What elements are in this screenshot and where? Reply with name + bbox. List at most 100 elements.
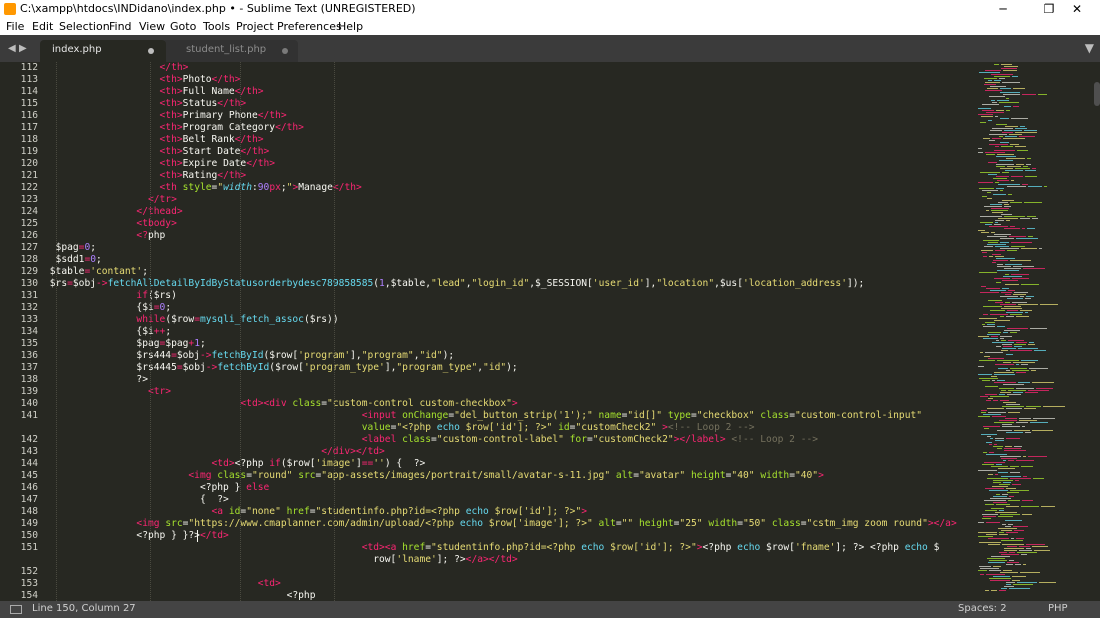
minimap-code-segment xyxy=(999,420,1017,421)
minimap-code-segment xyxy=(1005,126,1018,127)
minimap-viewport-thumb[interactable] xyxy=(1094,82,1100,106)
minimap-code-segment xyxy=(1001,68,1017,69)
code-line[interactable]: <?php xyxy=(44,230,165,242)
menu-view[interactable]: View xyxy=(139,20,165,33)
code-line[interactable]: <td> xyxy=(44,578,281,590)
minimap-code-segment xyxy=(1000,242,1009,243)
code-line[interactable]: {$i=0; xyxy=(44,302,171,314)
menu-preferences[interactable]: Preferences xyxy=(277,20,342,33)
panel-toggle-icon[interactable] xyxy=(10,605,22,614)
code-line[interactable]: </thead> xyxy=(44,206,182,218)
code-line[interactable]: <?php xyxy=(44,590,316,601)
minimap-code-segment xyxy=(992,212,1003,213)
code-line[interactable]: while($row=mysqli_fetch_assoc($rs)) xyxy=(44,314,338,326)
code-line[interactable]: <th>Start Date</th> xyxy=(44,146,270,158)
minimap-code-segment xyxy=(1001,540,1023,541)
menu-goto[interactable]: Goto xyxy=(170,20,196,33)
code-line[interactable]: <tr> xyxy=(44,386,171,398)
minimap-code-segment xyxy=(996,346,1001,347)
code-line[interactable]: <th>Primary Phone</th> xyxy=(44,110,287,122)
code-line[interactable]: <input onChange="del_button_strip('1');"… xyxy=(44,410,922,422)
tab-overflow-icon[interactable]: ▼ xyxy=(1085,41,1094,55)
syntax-selector[interactable]: PHP xyxy=(1048,603,1068,614)
menu-help[interactable]: Help xyxy=(338,20,363,33)
code-line[interactable]: <a id="none" href="studentinfo.php?id=<?… xyxy=(44,506,588,518)
line-number: 120 xyxy=(20,158,38,169)
code-line[interactable]: $table='contant'; xyxy=(44,266,148,278)
code-line[interactable]: <td><a href="studentinfo.php?id=<?php ec… xyxy=(44,542,940,554)
code-line[interactable]: <tbody> xyxy=(44,218,176,230)
code-line[interactable]: <th>Program Category</th> xyxy=(44,122,304,134)
code-line[interactable]: $rs444=$obj->fetchById($row['program'],"… xyxy=(44,350,454,362)
code-line[interactable]: <td><div class="custom-control custom-ch… xyxy=(44,398,517,410)
minimap-code-segment xyxy=(981,116,993,117)
menu-file[interactable]: File xyxy=(6,20,24,33)
code-line[interactable]: $pag=$pag+1; xyxy=(44,338,205,350)
code-line[interactable]: <th>Full Name</th> xyxy=(44,86,264,98)
code-line[interactable]: <td><?php if($row['image']=='') { ?> xyxy=(44,458,426,470)
minimap[interactable] xyxy=(974,62,1100,601)
tab-forward-icon[interactable]: ▶ xyxy=(19,43,27,54)
menu-edit[interactable]: Edit xyxy=(32,20,53,33)
minimap-code-segment xyxy=(997,266,1011,267)
minimap-code-segment xyxy=(996,124,1007,125)
code-line[interactable]: { ?> xyxy=(44,494,229,506)
minimap-code-segment xyxy=(989,570,1001,571)
minimap-code-segment xyxy=(987,324,995,325)
menu-find[interactable]: Find xyxy=(109,20,132,33)
code-line[interactable]: if($rs) xyxy=(44,290,176,302)
unsaved-dot-icon[interactable] xyxy=(148,48,154,54)
minimap-code-segment xyxy=(995,256,1004,257)
code-line[interactable]: $pag=0; xyxy=(44,242,96,254)
code-line[interactable]: $rs4445=$obj->fetchById($row['program_ty… xyxy=(44,362,517,374)
code-line[interactable]: <img src="https://www.cmaplanner.com/adm… xyxy=(44,518,956,530)
minimap-code-segment xyxy=(1021,360,1038,361)
menu-tools[interactable]: Tools xyxy=(203,20,230,33)
minimap-code-segment xyxy=(1005,294,1011,295)
line-number: 139 xyxy=(20,386,38,397)
minimap-code-segment xyxy=(1003,384,1024,385)
indentation-setting[interactable]: Spaces: 2 xyxy=(958,603,1007,614)
code-line[interactable]: <img class="round" src="app-assets/image… xyxy=(44,470,823,482)
minimap-code-segment xyxy=(986,534,997,535)
tab-back-icon[interactable]: ◀ xyxy=(8,43,16,54)
line-number-gutter: 112 113 114 115 116 117 118 119 120 121 122 123 124 1… xyxy=(0,62,44,601)
minimap-code-segment xyxy=(1005,446,1012,447)
tab-student-list[interactable]: student_list.php xyxy=(162,40,298,62)
minimap-code-segment xyxy=(978,366,984,367)
code-line[interactable]: $sdd1=0; xyxy=(44,254,102,266)
minimap-code-segment xyxy=(1020,218,1030,219)
editor-area[interactable]: 112 113 114 115 116 117 118 119 120 121 122 123 124 1… xyxy=(0,62,1100,601)
minimap-code-segment xyxy=(1005,136,1017,137)
unsaved-dot-icon[interactable] xyxy=(282,48,288,54)
minimap-code-segment xyxy=(1008,290,1015,291)
code-line[interactable]: <label class="custom-control-label" for=… xyxy=(44,434,818,446)
minimap-code-segment xyxy=(1000,514,1020,515)
code-line[interactable]: <th style="width:90px;">Manage</th> xyxy=(44,182,362,194)
code-line[interactable]: <th>Status</th> xyxy=(44,98,247,110)
menu-selection[interactable]: Selection xyxy=(59,20,110,33)
code-line[interactable]: ?> xyxy=(44,374,148,386)
minimap-code-segment xyxy=(1003,276,1022,277)
minimap-code-segment xyxy=(1010,314,1022,315)
close-button[interactable]: ✕ xyxy=(1054,0,1100,18)
minimap-code-segment xyxy=(1016,388,1034,389)
code-line[interactable]: <th>Photo</th> xyxy=(44,74,241,86)
minimize-button[interactable]: ─ xyxy=(980,0,1026,18)
code-line[interactable]: <th>Belt Rank</th> xyxy=(44,134,264,146)
minimap-code-segment xyxy=(1010,466,1019,467)
minimap-code-segment xyxy=(978,570,987,571)
code-line[interactable]: <?php } else xyxy=(44,482,269,494)
code-line[interactable]: </th> xyxy=(44,62,189,74)
code-line[interactable]: <th>Rating</th> xyxy=(44,170,247,182)
menu-project[interactable]: Project xyxy=(236,20,274,33)
minimap-code-segment xyxy=(988,412,1006,413)
minimap-code-segment xyxy=(1019,136,1035,137)
code-view[interactable]: </th> <th>Photo</th> <th>Full Name</th> … xyxy=(44,62,974,601)
code-line[interactable]: row['lname']; ?></a></td> xyxy=(44,554,517,566)
code-line[interactable]: </tr> xyxy=(44,194,177,206)
code-line[interactable]: $rs=$obj->fetchAllDetailByIdByStatusorde… xyxy=(44,278,865,290)
code-line[interactable]: {$i++; xyxy=(44,326,171,338)
code-line[interactable]: <?php } }?></td> xyxy=(44,530,228,542)
tab-index[interactable]: index.php xyxy=(40,40,166,62)
